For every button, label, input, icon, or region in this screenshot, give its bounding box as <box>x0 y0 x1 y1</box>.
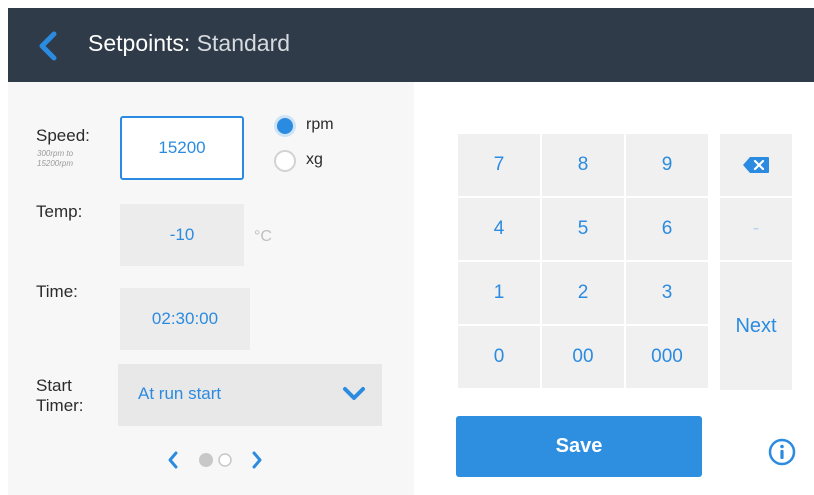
setpoint-form-panel: Speed: 300rpm to 15200rpm 15200 rpm xg T… <box>8 82 414 495</box>
key-minus[interactable]: - <box>720 198 792 260</box>
key-8[interactable]: 8 <box>542 134 624 196</box>
key-000[interactable]: 000 <box>626 326 708 388</box>
setpoints-screen: Setpoints: Standard Speed: 300rpm to 152… <box>8 8 814 495</box>
prev-page-icon[interactable] <box>168 451 178 469</box>
key-00[interactable]: 00 <box>542 326 624 388</box>
next-key[interactable]: Next <box>720 262 792 390</box>
start-timer-label-2: Timer: <box>36 396 84 415</box>
page-dot-inactive <box>218 453 232 467</box>
info-icon[interactable] <box>768 438 796 466</box>
rpm-radio[interactable] <box>274 115 296 137</box>
key-7[interactable]: 7 <box>458 134 540 196</box>
key-9[interactable]: 9 <box>626 134 708 196</box>
speed-label: Speed: <box>36 126 90 145</box>
page-dot-active <box>199 453 213 467</box>
xg-radio[interactable] <box>274 150 296 172</box>
page-indicator <box>168 451 262 469</box>
header-bar: Setpoints: Standard <box>8 8 814 82</box>
time-input[interactable]: 02:30:00 <box>120 288 250 350</box>
key-4[interactable]: 4 <box>458 198 540 260</box>
back-chevron-icon[interactable] <box>34 30 64 62</box>
time-label: Time: <box>36 282 78 301</box>
temp-unit: °C <box>254 228 272 245</box>
temp-label: Temp: <box>36 202 83 221</box>
key-1[interactable]: 1 <box>458 262 540 324</box>
backspace-key[interactable] <box>720 134 792 196</box>
page-title-main: Setpoints: <box>88 30 191 56</box>
page-title: Setpoints: Standard <box>88 30 290 57</box>
chevron-down-icon <box>343 387 365 400</box>
key-3[interactable]: 3 <box>626 262 708 324</box>
next-page-icon[interactable] <box>252 451 262 469</box>
backspace-icon <box>743 157 769 173</box>
start-timer-dropdown[interactable]: At run start <box>118 364 382 426</box>
start-timer-label-1: Start <box>36 376 72 395</box>
key-6[interactable]: 6 <box>626 198 708 260</box>
key-5[interactable]: 5 <box>542 198 624 260</box>
speed-input[interactable]: 15200 <box>120 116 244 180</box>
rpm-radio-label: rpm <box>306 116 334 133</box>
save-button[interactable]: Save <box>456 416 702 477</box>
start-timer-value: At run start <box>138 384 222 403</box>
key-0[interactable]: 0 <box>458 326 540 388</box>
speed-range-hint-2: 15200rpm <box>37 159 74 168</box>
speed-range-hint-1: 300rpm to <box>37 149 74 158</box>
temp-input[interactable]: -10 <box>120 204 244 266</box>
xg-radio-label: xg <box>306 151 323 168</box>
key-2[interactable]: 2 <box>542 262 624 324</box>
page-title-program: Standard <box>196 30 291 56</box>
